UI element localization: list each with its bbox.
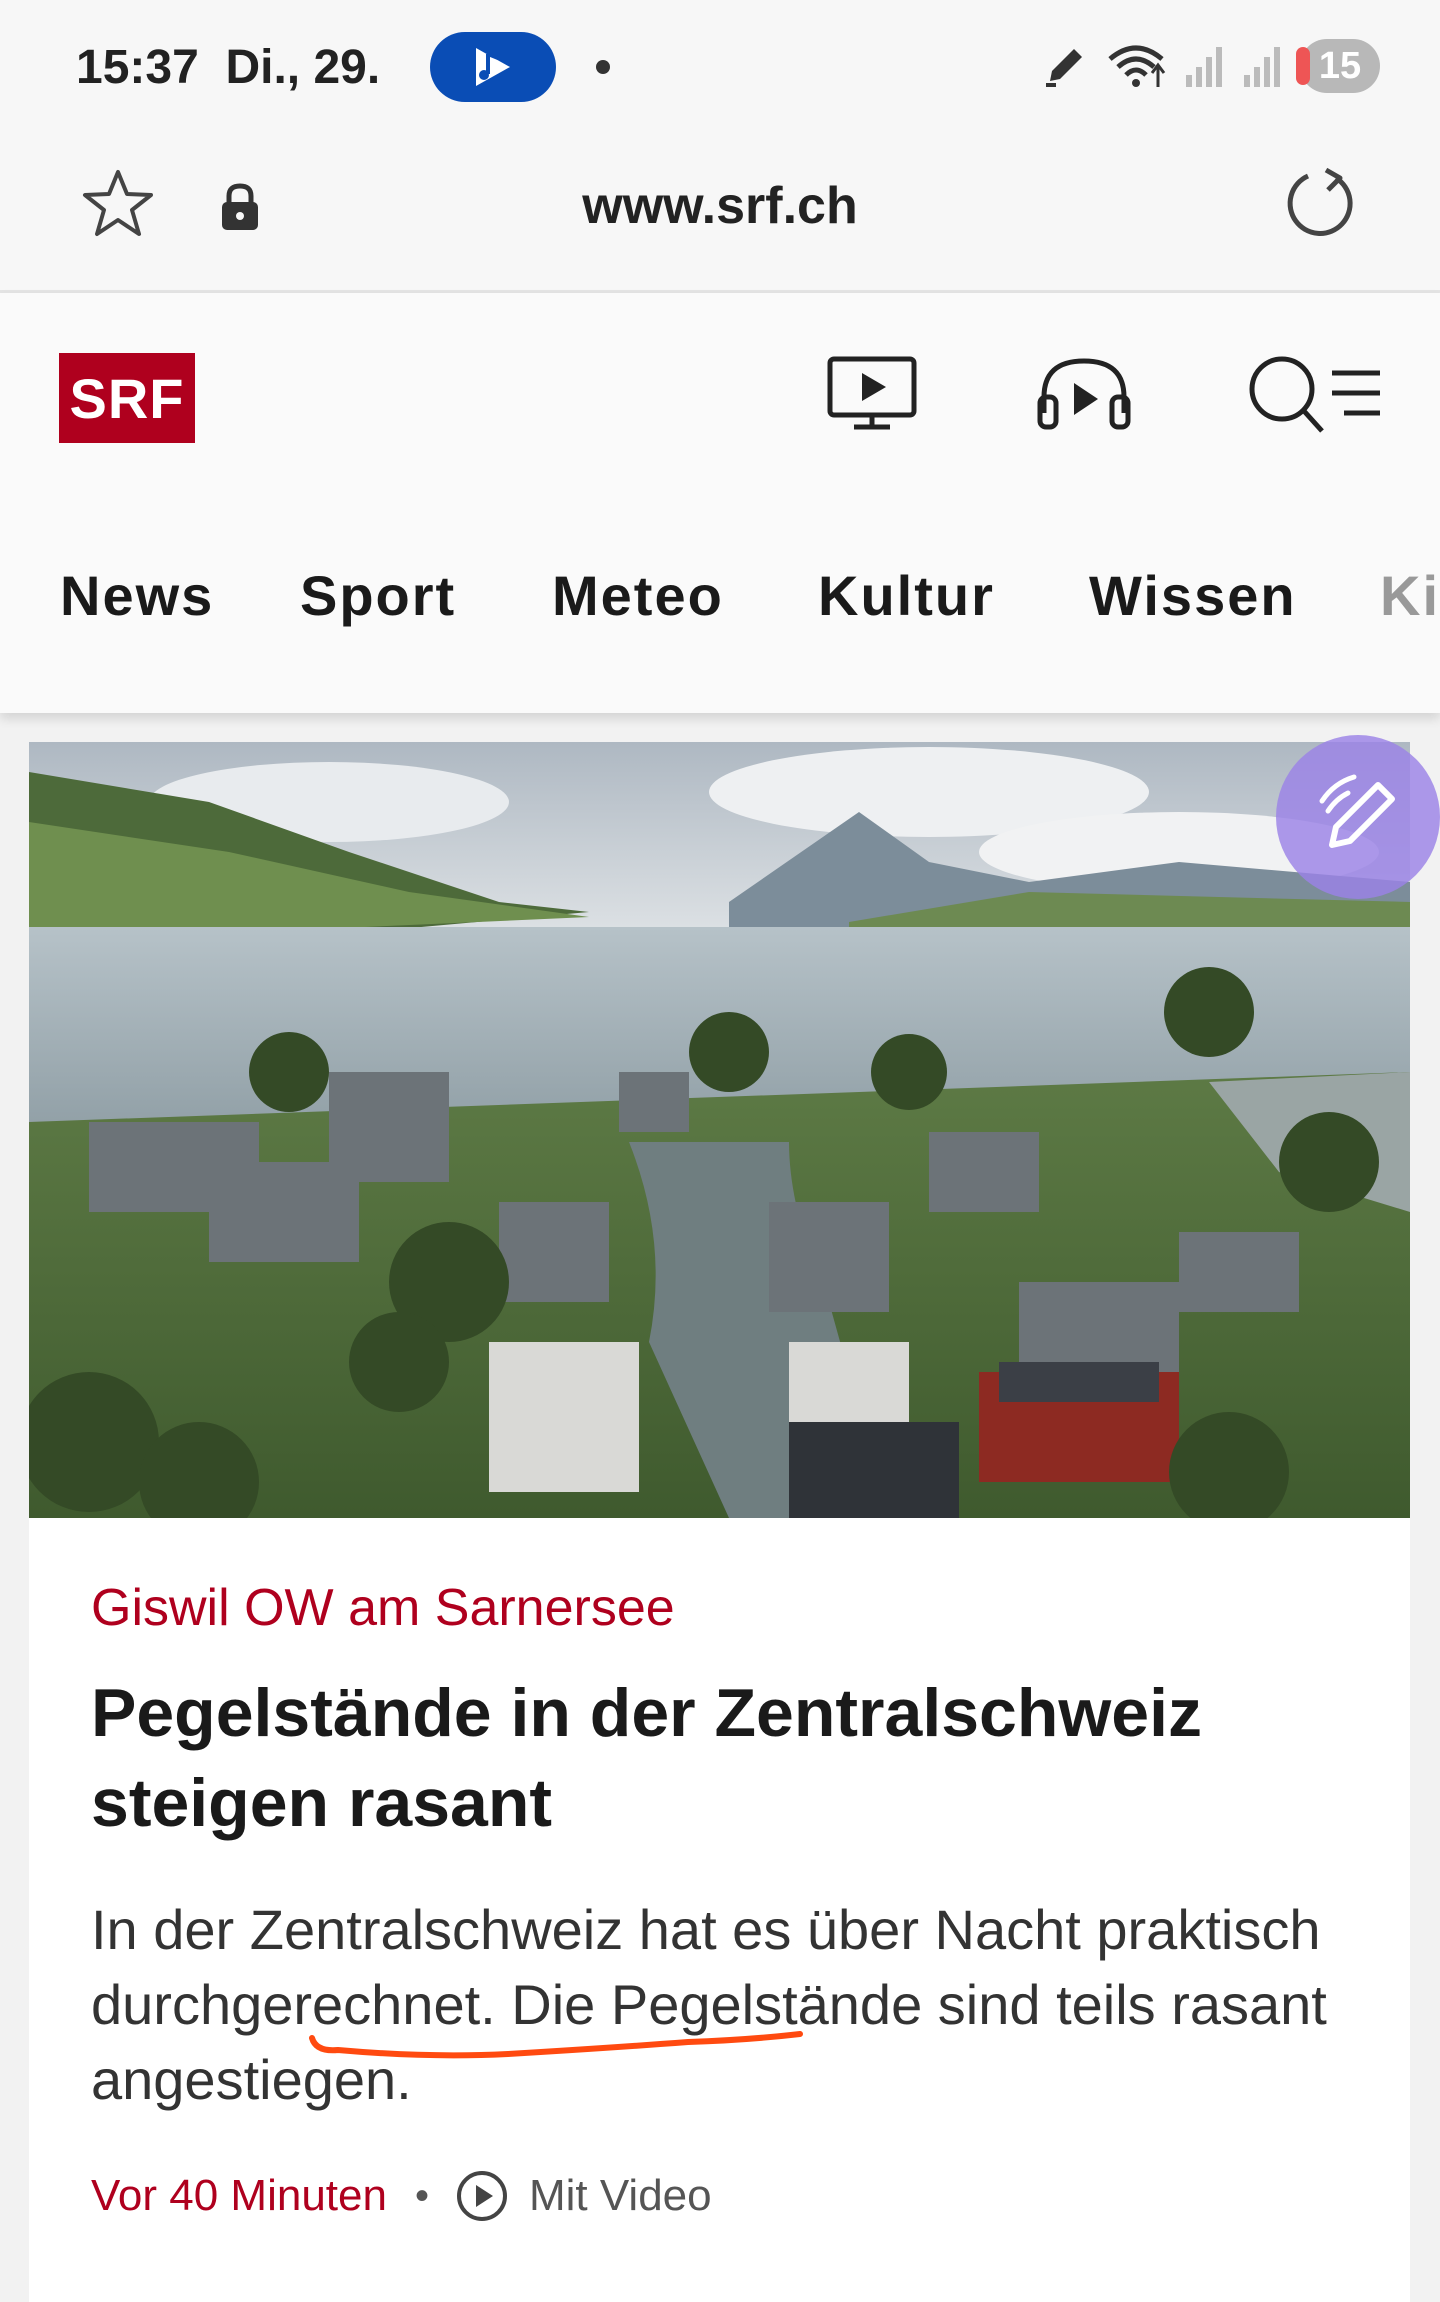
meta-separator: • [414, 2173, 429, 2218]
signal-icon [1244, 47, 1280, 87]
article-lead: In der Zentralschweiz hat es über Nacht … [91, 1898, 1327, 2111]
nav-item-next[interactable]: Ki [1380, 563, 1440, 628]
floating-pen-button[interactable] [1276, 735, 1440, 899]
pen-icon [1046, 49, 1082, 87]
video-label: Mit Video [528, 2171, 712, 2220]
wifi-icon [1108, 45, 1166, 87]
main-navigation: News Sport Meteo Kultur Wissen Ki [0, 563, 1440, 643]
music-app-icon [476, 48, 510, 86]
nav-item-kultur[interactable]: Kultur [818, 563, 995, 628]
status-bar: 15:37 Di., 29. 15 [0, 0, 1440, 138]
article-time: Vor 40 Minuten [91, 2171, 387, 2220]
url-text[interactable]: www.srf.ch [0, 176, 1440, 236]
battery-badge: 15 [1296, 39, 1380, 93]
status-time-date: 15:37 Di., 29. [76, 41, 381, 94]
status-icons: 15 [1042, 36, 1380, 96]
srf-logo[interactable]: SRF [59, 353, 195, 443]
annotation-underline [309, 2031, 803, 2059]
nav-item-meteo[interactable]: Meteo [552, 563, 724, 628]
article-hero-image[interactable] [29, 742, 1410, 1518]
tv-icon[interactable] [826, 353, 918, 433]
site-header: SRF News Sport Meteo Kultur Wissen Ki [0, 293, 1440, 713]
article-kicker: Giswil OW am Sarnersee [91, 1579, 675, 1637]
nav-item-news[interactable]: News [60, 563, 214, 628]
audio-icon[interactable] [1036, 353, 1132, 433]
notification-dot [596, 60, 610, 74]
signal-icon [1186, 47, 1222, 87]
nav-item-wissen[interactable]: Wissen [1089, 563, 1297, 628]
browser-address-bar: www.srf.ch [0, 138, 1440, 293]
search-menu-icon[interactable] [1246, 353, 1386, 439]
article-title[interactable]: Pegelstände in der Zentralschweiz steige… [91, 1668, 1351, 1848]
article-card[interactable]: Giswil OW am Sarnersee Pegelstände in de… [29, 742, 1410, 2302]
nav-item-sport[interactable]: Sport [300, 563, 456, 628]
article-meta: Vor 40 Minuten • Mit Video [91, 2166, 712, 2226]
music-app-pill[interactable] [430, 32, 556, 102]
pen-icon [1319, 774, 1395, 848]
reload-icon[interactable] [1280, 164, 1360, 244]
play-circle-icon [456, 2171, 507, 2221]
